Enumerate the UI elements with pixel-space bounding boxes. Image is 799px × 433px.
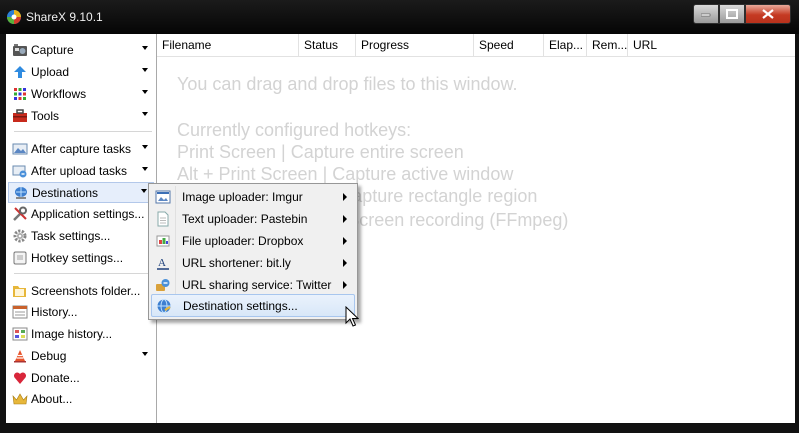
column-elapsed[interactable]: Elap...	[544, 34, 587, 56]
column-filename[interactable]: Filename	[157, 34, 299, 56]
toolbox-icon	[12, 108, 28, 124]
folder-icon	[12, 283, 28, 299]
close-icon	[762, 9, 774, 19]
menu-capture[interactable]: Capture	[8, 40, 154, 60]
link-tasks-icon	[12, 163, 28, 179]
window-frame-right	[795, 34, 799, 433]
menu-image-history[interactable]: Image history...	[8, 324, 154, 344]
chevron-right-icon	[343, 237, 347, 245]
window-frame-bottom	[0, 423, 799, 433]
sharing-icon	[155, 277, 171, 293]
menu-screenshots-folder[interactable]: Screenshots folder...	[8, 281, 154, 301]
chevron-down-icon	[142, 167, 148, 171]
chevron-right-icon	[343, 215, 347, 223]
menu-task-settings[interactable]: Task settings...	[8, 226, 154, 246]
chevron-down-icon	[142, 46, 148, 50]
column-header: Filename Status Progress Speed Elap... R…	[157, 34, 795, 57]
menu-about[interactable]: About...	[8, 389, 154, 409]
menu-application-settings[interactable]: Application settings...	[8, 204, 154, 224]
menu-separator	[14, 273, 152, 274]
submenu-url-sharing[interactable]: URL sharing service: Twitter	[151, 274, 355, 296]
globe-icon	[13, 185, 29, 201]
window-controls	[693, 4, 791, 24]
menu-after-capture-tasks[interactable]: After capture tasks	[8, 139, 154, 159]
minimize-button[interactable]	[693, 4, 719, 24]
destinations-submenu: Image uploader: Imgur Text uploader: Pas…	[148, 183, 358, 320]
hotkey-line: Alt + Print Screen | Capture active wind…	[177, 164, 514, 184]
globe-settings-icon	[156, 298, 172, 314]
chevron-right-icon	[343, 259, 347, 267]
chevron-down-icon	[142, 68, 148, 72]
submenu-file-uploader[interactable]: File uploader: Dropbox	[151, 230, 355, 252]
chevron-right-icon	[343, 281, 347, 289]
file-uploader-icon	[155, 233, 171, 249]
menu-destinations[interactable]: Destinations	[8, 182, 154, 203]
drag-drop-hint: You can drag and drop files to this wind…	[177, 74, 518, 94]
hotkeys-heading: Currently configured hotkeys:	[177, 120, 412, 140]
menu-history[interactable]: History...	[8, 302, 154, 322]
chevron-down-icon	[142, 112, 148, 116]
submenu-destination-settings[interactable]: Destination settings...	[151, 294, 355, 317]
cone-icon	[12, 348, 28, 364]
gear-icon	[12, 228, 28, 244]
maximize-button[interactable]	[719, 4, 745, 24]
wrench-icon	[12, 206, 28, 222]
chevron-down-icon	[142, 145, 148, 149]
title-bar: ShareX 9.10.1	[0, 0, 799, 34]
menu-debug[interactable]: Debug	[8, 346, 154, 366]
close-button[interactable]	[745, 4, 791, 24]
chevron-down-icon	[142, 352, 148, 356]
menu-workflows[interactable]: Workflows	[8, 84, 154, 104]
column-status[interactable]: Status	[299, 34, 356, 56]
text-document-icon	[155, 211, 171, 227]
svg-text:A: A	[158, 257, 166, 269]
url-shortener-icon: A	[155, 255, 171, 271]
menu-tools[interactable]: Tools	[8, 106, 154, 126]
chevron-down-icon	[141, 189, 147, 193]
maximize-icon	[726, 9, 738, 19]
column-url[interactable]: URL	[628, 34, 795, 56]
crown-icon	[12, 391, 28, 407]
column-progress[interactable]: Progress	[356, 34, 474, 56]
sharex-logo-icon	[7, 10, 21, 24]
column-remaining[interactable]: Rem...	[587, 34, 628, 56]
submenu-text-uploader[interactable]: Text uploader: Pastebin	[151, 208, 355, 230]
menu-upload[interactable]: Upload	[8, 62, 154, 82]
image-uploader-icon	[155, 189, 171, 205]
menu-after-upload-tasks[interactable]: After upload tasks	[8, 161, 154, 181]
menu-hotkey-settings[interactable]: Hotkey settings...	[8, 248, 154, 268]
window-title: ShareX 9.10.1	[26, 10, 103, 24]
column-speed[interactable]: Speed	[474, 34, 544, 56]
chevron-right-icon	[343, 193, 347, 201]
keyboard-icon	[12, 250, 28, 266]
menu-donate[interactable]: Donate...	[8, 368, 154, 388]
main-menu: Capture Upload Workflows Tools After cap…	[6, 34, 157, 423]
submenu-image-uploader[interactable]: Image uploader: Imgur	[151, 186, 355, 208]
image-history-icon	[12, 326, 28, 342]
camera-icon	[12, 42, 28, 58]
history-icon	[12, 304, 28, 320]
image-tasks-icon	[12, 141, 28, 157]
heart-icon	[12, 370, 28, 386]
grid-icon	[12, 86, 28, 102]
minimize-icon	[701, 13, 711, 17]
upload-arrow-icon	[12, 64, 28, 80]
menu-separator	[14, 131, 152, 132]
chevron-down-icon	[142, 90, 148, 94]
mouse-pointer-icon	[345, 306, 359, 327]
submenu-url-shortener[interactable]: A URL shortener: bit.ly	[151, 252, 355, 274]
hotkey-line: Print Screen | Capture entire screen	[177, 142, 464, 162]
